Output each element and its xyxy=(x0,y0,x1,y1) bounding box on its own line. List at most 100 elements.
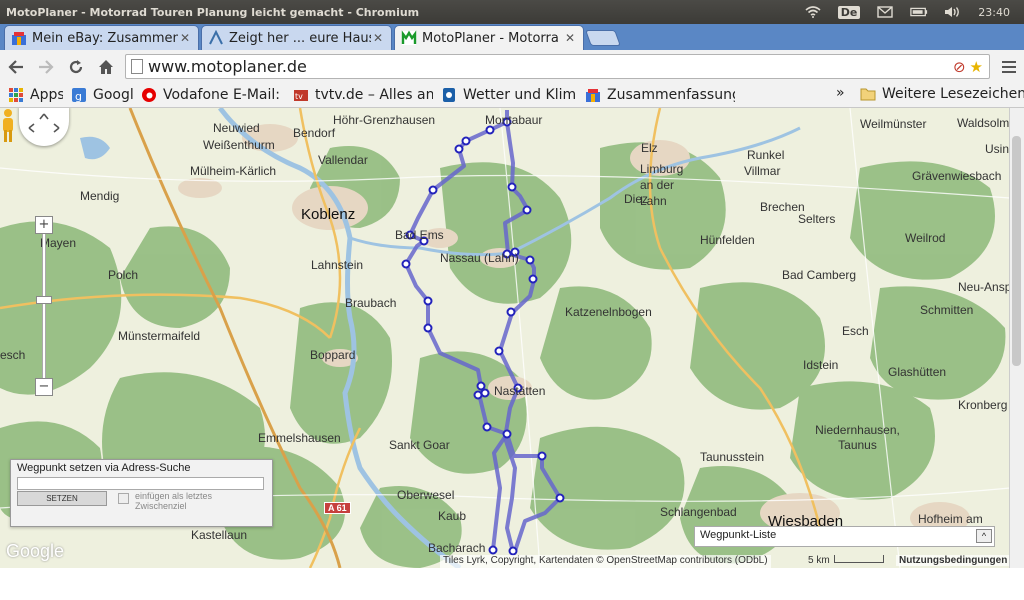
waypoint-marker[interactable] xyxy=(522,205,532,215)
tab-motoplaner[interactable]: MotoPlaner - Motorra ✕ xyxy=(394,25,584,50)
street-view-pegman-icon[interactable] xyxy=(0,108,16,144)
bookmark-apps[interactable]: Apps xyxy=(8,87,63,103)
pan-control[interactable] xyxy=(19,108,69,146)
svg-text:g: g xyxy=(75,90,82,103)
waypoint-marker[interactable] xyxy=(428,185,438,195)
place-label: Nastätten xyxy=(494,384,546,398)
waypoint-list-panel[interactable]: Wegpunkt-Liste ^ xyxy=(694,526,995,547)
keyboard-layout-indicator[interactable]: De xyxy=(837,5,861,19)
ebay-favicon-icon xyxy=(586,89,600,102)
waypoint-marker[interactable] xyxy=(494,346,504,356)
waypoint-marker[interactable] xyxy=(423,296,433,306)
bookmark-label: Weitere Lesezeichen xyxy=(882,86,1024,102)
arrow-right-icon xyxy=(39,59,54,74)
place-label: Nassau (Lahn) xyxy=(440,251,519,265)
place-label: Hofheim am xyxy=(918,512,983,526)
mail-icon[interactable] xyxy=(876,5,894,19)
place-label: Sankt Goar xyxy=(389,438,450,452)
home-button[interactable] xyxy=(92,53,120,81)
place-label: Limburg an der Lahn xyxy=(640,162,684,208)
address-search-input[interactable] xyxy=(17,477,264,490)
waypoint-marker[interactable] xyxy=(528,274,538,284)
volume-icon[interactable] xyxy=(944,5,962,19)
append-label-line: Zwischenziel xyxy=(135,501,187,511)
append-last-checkbox[interactable] xyxy=(118,493,129,504)
place-label: Bendorf xyxy=(293,126,336,140)
tab-label: Mein eBay: Zusammen xyxy=(32,30,178,46)
window-title: MotoPlaner - Motorrad Touren Planung lei… xyxy=(6,5,420,19)
place-label: Höhr-Grenzhausen xyxy=(333,113,436,127)
place-label: Bacharach xyxy=(428,541,486,555)
close-icon[interactable]: ✕ xyxy=(371,31,385,45)
bookmarks-overflow-button[interactable]: » xyxy=(836,85,845,101)
page-icon xyxy=(131,59,143,74)
terms-link[interactable]: Nutzungsbedingungen xyxy=(896,555,1011,566)
close-icon[interactable]: ✕ xyxy=(178,31,192,45)
waypoint-marker[interactable] xyxy=(476,381,486,391)
forward-button[interactable] xyxy=(32,53,60,81)
zoom-out-button[interactable]: − xyxy=(35,378,53,396)
wifi-icon[interactable] xyxy=(804,5,822,19)
waypoint-marker[interactable] xyxy=(506,307,516,317)
os-top-bar: MotoPlaner - Motorrad Touren Planung lei… xyxy=(0,0,1024,24)
tab-ebay[interactable]: Mein eBay: Zusammen ✕ xyxy=(4,25,199,50)
bookmark-wetter[interactable]: Wetter und Klima xyxy=(441,87,577,103)
waypoint-marker[interactable] xyxy=(537,451,547,461)
blocked-popup-icon[interactable]: ⊘ xyxy=(953,58,966,76)
waypoint-marker[interactable] xyxy=(454,144,464,154)
map-canvas[interactable]: Montabaur Höhr-Grenzhausen Neuwied Weiße… xyxy=(0,108,1024,568)
bookmark-label: tvtv.de – Alles and xyxy=(315,87,433,103)
scrollbar-thumb[interactable] xyxy=(1012,136,1021,366)
waypoint-marker[interactable] xyxy=(482,422,492,432)
waypoint-marker[interactable] xyxy=(508,546,518,556)
waypoint-marker[interactable] xyxy=(461,136,471,146)
append-label-line: einfügen als letztes xyxy=(135,491,213,501)
place-label: Weilmünster xyxy=(860,117,927,131)
clock[interactable]: 23:40 xyxy=(978,6,1010,19)
bookmarks-bar: Apps g Google Vodafone E-Mail: P tv tvtv… xyxy=(0,83,1024,108)
place-label: Münstermaifeld xyxy=(118,329,201,343)
place-label: Taunusstein xyxy=(700,450,765,464)
waypoint-marker[interactable] xyxy=(473,390,483,400)
bookmark-tvtv[interactable]: tv tvtv.de – Alles and xyxy=(293,87,433,103)
forum-favicon-icon xyxy=(209,30,223,45)
waypoint-marker[interactable] xyxy=(502,429,512,439)
waypoint-marker[interactable] xyxy=(401,259,411,269)
menu-bar-icon xyxy=(1002,65,1016,68)
battery-icon[interactable] xyxy=(910,5,928,19)
bookmark-star-icon[interactable]: ★ xyxy=(970,58,983,76)
waypoint-marker[interactable] xyxy=(485,125,495,135)
url-text: www.motoplaner.de xyxy=(148,57,307,76)
bookmark-google[interactable]: g Google xyxy=(71,87,133,103)
zoom-slider[interactable] xyxy=(36,296,52,304)
waypoint-marker[interactable] xyxy=(525,255,535,265)
waypoint-marker[interactable] xyxy=(555,493,565,503)
new-tab-button[interactable] xyxy=(585,30,621,46)
place-label: Montabaur xyxy=(485,113,543,127)
waypoint-marker[interactable] xyxy=(507,182,517,192)
bookmark-vodafone[interactable]: Vodafone E-Mail: P xyxy=(141,87,285,103)
system-tray: De 23:40 xyxy=(804,5,1024,19)
waypoint-marker[interactable] xyxy=(480,388,490,398)
bookmark-zusammenfassung[interactable]: Zusammenfassung xyxy=(585,87,735,103)
place-label: Hünfelden xyxy=(700,233,755,247)
browser-toolbar: www.motoplaner.de ⊘ ★ xyxy=(0,50,1024,83)
set-waypoint-button[interactable]: SETZEN xyxy=(17,491,107,506)
reload-button[interactable] xyxy=(62,53,90,81)
place-label: Schmitten xyxy=(920,303,974,317)
close-icon[interactable]: ✕ xyxy=(563,31,577,45)
tab-forum[interactable]: Zeigt her ... eure Haus ✕ xyxy=(201,25,392,50)
place-label: Kaub xyxy=(438,509,467,523)
waypoint-marker[interactable] xyxy=(488,545,498,555)
bookmark-other-folder[interactable]: Weitere Lesezeichen xyxy=(860,86,1024,102)
back-button[interactable] xyxy=(2,53,30,81)
bookmark-label: Wetter und Klima xyxy=(463,87,577,103)
motoplaner-favicon-icon xyxy=(401,30,417,45)
waypoint-marker[interactable] xyxy=(423,323,433,333)
address-bar[interactable]: www.motoplaner.de ⊘ ★ xyxy=(125,54,990,79)
home-icon xyxy=(99,59,113,74)
chevron-up-icon[interactable]: ^ xyxy=(976,529,992,543)
chrome-menu-button[interactable] xyxy=(998,54,1020,79)
tab-label: Zeigt her ... eure Haus xyxy=(229,30,371,46)
zoom-in-button[interactable]: + xyxy=(35,216,53,234)
